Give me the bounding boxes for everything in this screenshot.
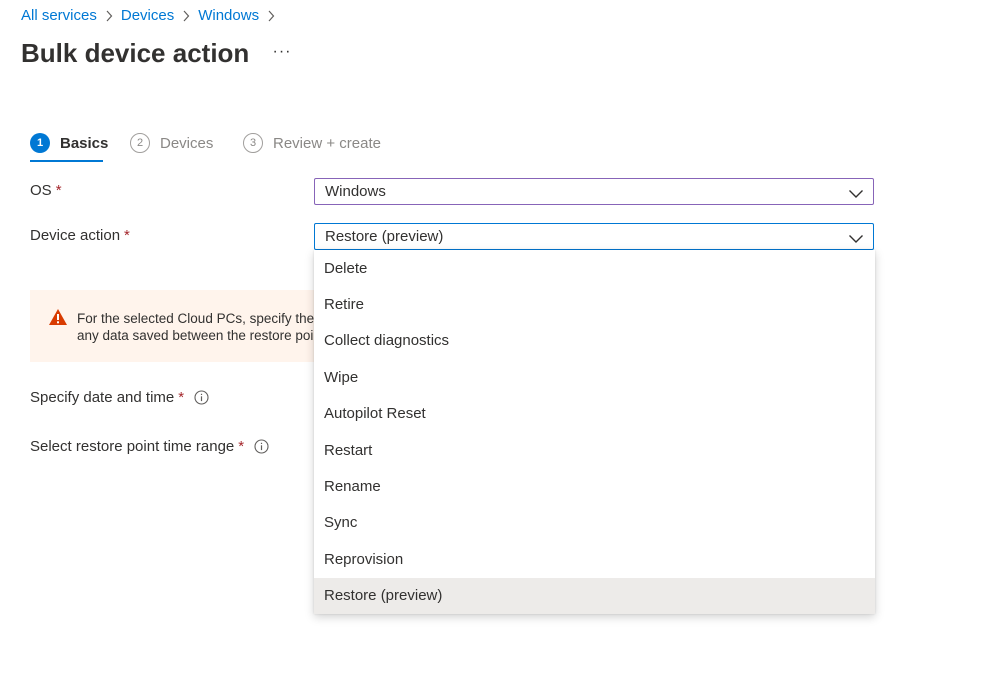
restore-range-label: Select restore point time range * — [30, 438, 269, 455]
option-restore-preview[interactable]: Restore (preview) — [314, 577, 875, 614]
device-action-select[interactable]: Restore (preview) — [314, 223, 874, 250]
option-delete[interactable]: Delete — [314, 250, 875, 286]
warning-line-2: any data saved between the restore point… — [77, 328, 330, 343]
step-label-devices: Devices — [160, 134, 214, 152]
breadcrumb-all-services[interactable]: All services — [21, 7, 97, 24]
option-autopilot-reset[interactable]: Autopilot Reset — [314, 396, 875, 432]
option-rename[interactable]: Rename — [314, 468, 875, 504]
required-marker: * — [178, 389, 185, 406]
device-action-label: Device action * — [30, 227, 130, 244]
device-action-label-text: Device action — [30, 227, 121, 244]
step-label-basics: Basics — [60, 134, 109, 152]
step-label-review-create: Review + create — [273, 134, 381, 152]
bulk-device-action-page: All services Devices Windows Bulk device… — [0, 0, 999, 691]
chevron-down-icon — [848, 186, 864, 203]
required-marker: * — [238, 438, 245, 455]
chevron-down-icon — [848, 231, 864, 248]
device-action-select-value: Restore (preview) — [325, 228, 444, 245]
chevron-right-icon — [97, 7, 121, 24]
breadcrumb-windows[interactable]: Windows — [198, 7, 259, 24]
warning-message: For the selected Cloud PCs, specify the … — [77, 310, 330, 344]
warning-line-1: For the selected Cloud PCs, specify the … — [77, 311, 330, 326]
tab-basics[interactable]: 1 Basics — [30, 133, 108, 153]
page-title: Bulk device action — [21, 38, 250, 68]
tab-devices[interactable]: 2 Devices — [130, 133, 213, 153]
option-sync[interactable]: Sync — [314, 505, 875, 541]
required-marker: * — [124, 227, 130, 244]
os-select[interactable]: Windows — [314, 178, 874, 205]
os-label-text: OS — [30, 182, 52, 199]
option-wipe[interactable]: Wipe — [314, 359, 875, 395]
info-icon[interactable] — [254, 439, 269, 454]
required-marker: * — [55, 182, 62, 199]
breadcrumb-devices[interactable]: Devices — [121, 7, 174, 24]
option-reprovision[interactable]: Reprovision — [314, 541, 875, 577]
os-label: OS * — [30, 182, 62, 199]
chevron-right-icon — [174, 7, 198, 24]
active-tab-indicator — [30, 160, 103, 162]
option-collect-diagnostics[interactable]: Collect diagnostics — [314, 323, 875, 359]
step-number-1: 1 — [30, 133, 50, 153]
date-time-label: Specify date and time * — [30, 389, 209, 406]
info-icon[interactable] — [194, 390, 209, 405]
warning-banner: For the selected Cloud PCs, specify the … — [30, 290, 330, 362]
os-select-value: Windows — [325, 183, 386, 200]
tab-review-create[interactable]: 3 Review + create — [243, 133, 381, 153]
device-action-dropdown: Delete Retire Collect diagnostics Wipe A… — [314, 250, 875, 614]
option-restart[interactable]: Restart — [314, 432, 875, 468]
step-number-2: 2 — [130, 133, 150, 153]
date-time-label-text: Specify date and time — [30, 389, 175, 406]
step-number-3: 3 — [243, 133, 263, 153]
option-retire[interactable]: Retire — [314, 286, 875, 322]
more-options-button[interactable]: ··· — [271, 41, 293, 65]
chevron-right-icon — [259, 7, 283, 24]
breadcrumb: All services Devices Windows — [21, 7, 283, 24]
restore-range-label-text: Select restore point time range — [30, 438, 235, 455]
warning-icon — [48, 308, 68, 331]
